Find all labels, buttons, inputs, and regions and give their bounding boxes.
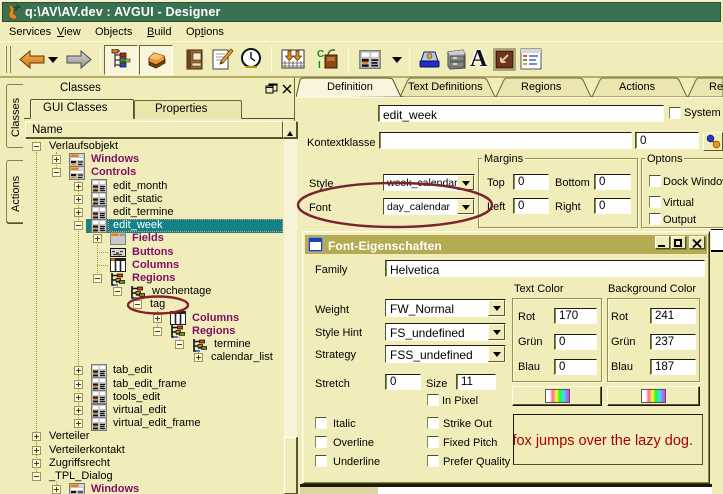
svg-text:I: I (318, 60, 321, 71)
svg-text:C: C (317, 49, 324, 60)
